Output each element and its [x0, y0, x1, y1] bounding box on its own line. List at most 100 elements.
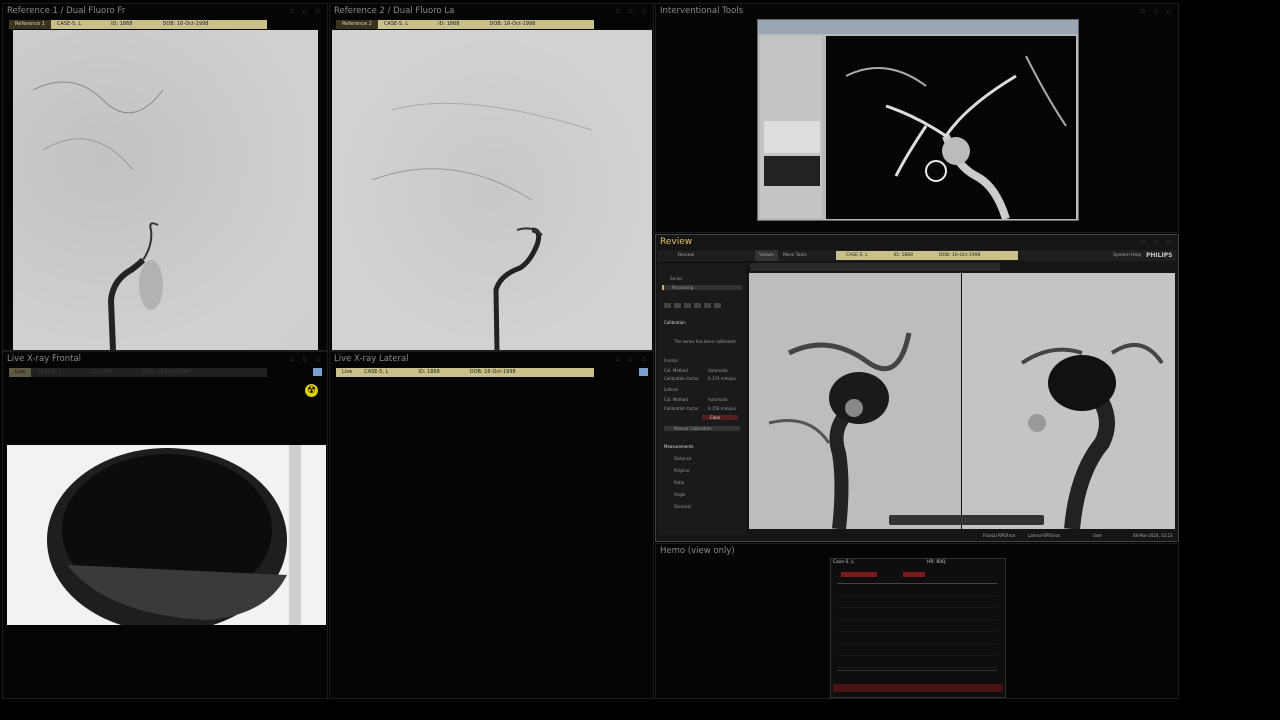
panel-title: Hemo (view only) — [660, 546, 735, 556]
patient-info: CASE-5, L ID: 1868 DOB: 16-Oct-1998 — [358, 368, 594, 377]
cal-method-label: Cal. Method — [664, 368, 688, 373]
fluoro-lateral-image[interactable] — [332, 30, 652, 350]
patient-info: CASE-5, L ID: 1868 DOB: 16-Oct-1998 — [50, 20, 267, 29]
window-controls[interactable]: ▫ ▫ ▫ — [289, 7, 323, 15]
fluoro-frontal-image[interactable] — [13, 30, 318, 350]
cal-method-value: Automatic — [708, 368, 729, 373]
tool-distance[interactable]: Distance — [674, 456, 692, 461]
patient-tagbar: Live CASE-5, L ID: 1868 DOB: 16-Oct-1998 — [336, 368, 594, 377]
review-topbar: Review Viewer More Tools CASE-5, L ID: 1… — [658, 250, 1176, 261]
thumb-vessel[interactable] — [764, 156, 820, 186]
philips-logo: PHILIPS — [1146, 252, 1173, 259]
angio-lateral-image[interactable] — [962, 273, 1175, 529]
monitor-icon[interactable] — [313, 368, 322, 376]
skull-xray-image[interactable] — [7, 445, 326, 625]
live-lateral-panel: Live X-ray Lateral ▫ ▫ ▫ Live CASE-5, L … — [329, 351, 654, 699]
thumb-skull[interactable] — [764, 121, 820, 153]
monitor-icon[interactable] — [639, 368, 648, 376]
panel-title: Reference 2 / Dual Fluoro La — [334, 6, 455, 16]
3d-workstation-view[interactable] — [757, 19, 1079, 221]
tool-stenosis[interactable]: Stenosis — [674, 504, 691, 509]
patient-dob: DOB: 16-Oct-1998 — [489, 21, 536, 27]
reference-tab[interactable]: Reference 1 — [9, 20, 51, 29]
menu-processing[interactable]: Processing — [662, 285, 742, 290]
review-statusbar: Frontal RPS/tron Lateral RPS/tron User 0… — [658, 531, 1176, 540]
reference2-panel: Reference 2 / Dual Fluoro La ▫ ▫ ▫ Refer… — [329, 3, 654, 351]
live-tab[interactable]: Live — [9, 368, 32, 377]
status-date: 04-Mar-2024, 13:23 — [1133, 533, 1173, 538]
panel-title: Reference 1 / Dual Fluoro Fr — [7, 6, 126, 16]
review-toolbar[interactable] — [750, 263, 1000, 271]
panel-title: Review — [660, 237, 693, 247]
cal-factor-value: 0.174 mm/pix — [708, 376, 736, 381]
patient-tagbar: Live CASE-5, L ID: 1868 DOB: 16-Oct-1998 — [9, 368, 267, 377]
calibration-heading: Calibration — [664, 320, 686, 325]
tool-ratio[interactable]: Ratio — [674, 480, 684, 485]
live-tab[interactable]: Live — [336, 368, 359, 377]
clear-button[interactable]: Clear — [702, 415, 738, 420]
playback-controls[interactable] — [889, 515, 1044, 525]
patient-dob: DOB: 16-Oct-1998 — [142, 369, 189, 375]
menu-series[interactable]: Series — [670, 276, 682, 281]
frontal-label: Frontal — [664, 358, 678, 363]
patient-info: CASE-5, L ID: 1868 DOB: 16-Oct-1998 — [377, 20, 594, 29]
case-name: CASE-5, L — [56, 21, 82, 27]
review-nav[interactable]: Review — [678, 250, 694, 261]
skull-shape — [47, 445, 301, 625]
aneurysm-lateral-svg — [1020, 343, 1164, 529]
hemo-panel: Hemo (view only) Case-5, L HR: 60Q — [655, 543, 1179, 699]
case-name: CASE-5, L — [364, 369, 389, 375]
tool-angle[interactable]: Angle — [674, 492, 685, 497]
hemo-bottom-bar — [833, 684, 1003, 692]
vessel-render-svg — [845, 55, 1067, 220]
patient-dob: DOB: 16-Oct-1998 — [938, 253, 981, 258]
window-controls[interactable]: ▫ ▫ ▫ — [1140, 7, 1174, 15]
measurements-heading: Measurements — [664, 444, 694, 449]
window-controls[interactable]: ▫ ▫ ▫ — [289, 355, 323, 363]
3d-toolbar[interactable] — [758, 20, 1078, 34]
review-panel: Review ▫ ▫ ▫ Review Viewer More Tools CA… — [655, 234, 1179, 542]
reference-tab[interactable]: Reference 2 — [336, 20, 378, 29]
radiation-icon: ☢ — [305, 384, 318, 397]
panel-title: Live X-ray Lateral — [334, 354, 409, 364]
processing-toolbar[interactable] — [664, 303, 724, 309]
tab-viewer[interactable]: Viewer — [755, 250, 779, 261]
3d-vessel-render[interactable] — [826, 36, 1076, 220]
status-frontal: Frontal RPS/tron — [983, 533, 1016, 538]
window-controls[interactable]: ▫ ▫ ▫ — [1140, 238, 1174, 246]
hemo-waveform-area — [837, 583, 997, 671]
cal-method-label: Cal. Method — [664, 397, 688, 402]
review-patient-bar: CASE-5, L ID: 1868 DOB: 16-Oct-1998 — [836, 251, 1018, 260]
case-name: CASE-5, L — [383, 21, 409, 27]
hemo-monitor: Case-5, L HR: 60Q — [830, 558, 1006, 698]
status-user: User — [1093, 533, 1103, 538]
manual-calibration-button[interactable]: Manual Calibration — [664, 426, 740, 431]
vessel-overlay — [32, 81, 164, 350]
case-name: CASE-5, L — [846, 253, 868, 258]
window-controls[interactable]: ▫ ▫ ▫ — [615, 355, 649, 363]
cal-factor-value: 0.156 mm/pix — [708, 406, 736, 411]
patient-info: CASE-5, L ID: 1868 DOB: 16-Oct-1998 — [31, 368, 267, 377]
3d-side-menu[interactable] — [760, 36, 822, 218]
patient-tagbar: Reference 2 CASE-5, L ID: 1868 DOB: 16-O… — [336, 20, 594, 29]
patient-dob: DOB: 16-Oct-1998 — [162, 21, 209, 27]
patient-id: ID: 1868 — [111, 21, 133, 27]
vessel-overlay — [371, 102, 593, 350]
hemo-case: Case-5, L — [833, 560, 854, 565]
patient-id: ID: 1868 — [438, 21, 460, 27]
live-frontal-panel: Live X-ray Frontal ▫ ▫ ▫ Live CASE-5, L … — [2, 351, 328, 699]
review-side-panel: Series Processing Calibration The series… — [658, 263, 746, 535]
window-controls[interactable]: ▫ ▫ ▫ — [615, 7, 649, 15]
hemo-hr: HR: 60Q — [927, 560, 946, 565]
interventional-tools-panel: Interventional Tools ▫ ▫ ▫ — [655, 3, 1179, 233]
tool-polyline[interactable]: Polyline — [674, 468, 689, 473]
tab-more-tools[interactable]: More Tools — [783, 250, 807, 261]
help-menu[interactable]: Help — [1131, 250, 1141, 261]
angio-frontal-image[interactable] — [749, 273, 961, 529]
patient-id: ID: 1868 — [418, 369, 440, 375]
panel-title: Interventional Tools — [660, 6, 744, 16]
reference1-panel: Reference 1 / Dual Fluoro Fr ▫ ▫ ▫ Refer… — [2, 3, 328, 351]
hemo-alert-bar — [841, 572, 877, 577]
patient-id: ID: 1868 — [91, 369, 113, 375]
system-menu[interactable]: System — [1113, 250, 1130, 261]
